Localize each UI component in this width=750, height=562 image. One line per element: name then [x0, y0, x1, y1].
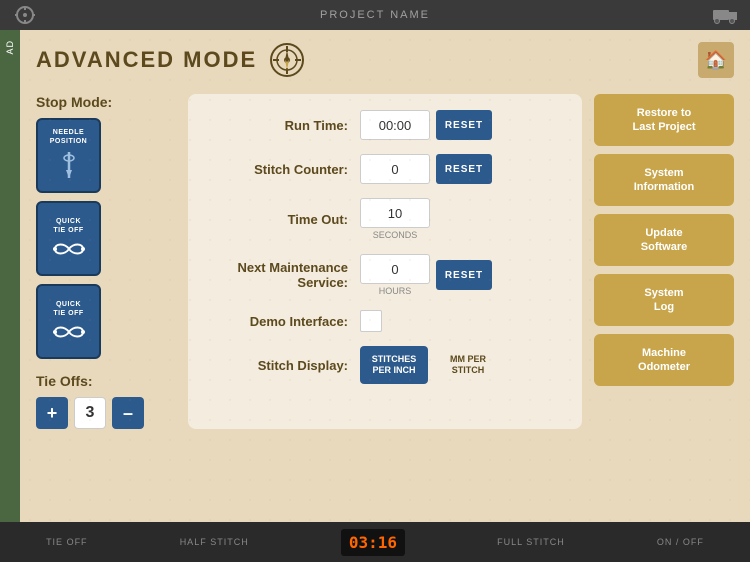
system-information-button[interactable]: System Information: [594, 154, 734, 206]
content-row: Stop Mode: NEEDLEPOSITION QUICKTIE OFF: [36, 94, 734, 429]
project-name: PROJECT NAME: [320, 9, 430, 21]
quick-tie-off-2-label: QUICKTIE OFF: [53, 301, 83, 318]
decrement-button[interactable]: –: [112, 397, 144, 429]
stitch-counter-label: Stitch Counter:: [208, 162, 348, 177]
increment-button[interactable]: +: [36, 397, 68, 429]
menu-icon[interactable]: [10, 3, 40, 28]
time-out-row: Time Out: SECONDS: [208, 198, 562, 240]
run-time-row: Run Time: RESET: [208, 110, 562, 140]
left-strip: AD: [0, 30, 20, 522]
bottom-bar: TIE OFF HALF STITCH 03:16 FULL STITCH ON…: [0, 522, 750, 562]
demo-interface-checkbox[interactable]: [360, 310, 382, 332]
tie-offs-count: 3: [74, 397, 106, 429]
run-time-label: Run Time:: [208, 118, 348, 133]
truck-icon[interactable]: [710, 3, 740, 28]
maintenance-row: Next Maintenance Service: HOURS RESET: [208, 254, 562, 296]
demo-interface-row: Demo Interface:: [208, 310, 562, 332]
maintenance-label: Next Maintenance Service:: [208, 260, 348, 290]
panel-header: ADVANCED MODE 🏠: [36, 42, 734, 78]
needle-icon: [55, 150, 83, 182]
demo-interface-label: Demo Interface:: [208, 314, 348, 329]
home-button[interactable]: 🏠: [698, 42, 734, 78]
stitches-per-inch-option[interactable]: STITCHESPER INCH: [360, 346, 428, 384]
left-column: Stop Mode: NEEDLEPOSITION QUICKTIE OFF: [36, 94, 176, 429]
knot-icon-2: [51, 322, 87, 342]
compass-icon: [269, 42, 305, 78]
maintenance-wrap: HOURS: [360, 254, 430, 296]
page-title: ADVANCED MODE: [36, 47, 257, 73]
tie-offs-controls: + 3 –: [36, 397, 176, 429]
time-out-label: Time Out:: [208, 212, 348, 227]
center-column: Run Time: RESET Stitch Counter: RESET Ti…: [188, 94, 582, 429]
needle-position-label: NEEDLEPOSITION: [50, 129, 87, 146]
maintenance-input[interactable]: [360, 254, 430, 284]
bottom-on-off[interactable]: ON / OFF: [657, 537, 704, 547]
run-time-input[interactable]: [360, 110, 430, 140]
tie-offs-section: Tie Offs: + 3 –: [36, 373, 176, 429]
needle-position-button[interactable]: NEEDLEPOSITION: [36, 118, 101, 193]
mm-per-stitch-option[interactable]: MM PERSTITCH: [434, 346, 502, 384]
knot-icon-1: [51, 239, 87, 259]
stitch-counter-row: Stitch Counter: RESET: [208, 154, 562, 184]
stitch-counter-reset-button[interactable]: RESET: [436, 154, 492, 184]
system-log-button[interactable]: System Log: [594, 274, 734, 326]
quick-tie-off-button-1[interactable]: QUICKTIE OFF: [36, 201, 101, 276]
right-column: Restore to Last Project System Informati…: [594, 94, 734, 429]
bottom-full-stitch[interactable]: FULL STITCH: [497, 537, 565, 547]
stitch-counter-input[interactable]: [360, 154, 430, 184]
bottom-tie-off[interactable]: TIE OFF: [46, 537, 88, 547]
stop-mode-label: Stop Mode:: [36, 94, 176, 110]
stitch-display-row: Stitch Display: STITCHESPER INCH MM PERS…: [208, 346, 562, 384]
main-panel: ADVANCED MODE 🏠 Stop Mode: NEED: [20, 30, 750, 522]
top-bar: PROJECT NAME: [0, 0, 750, 30]
tie-offs-label: Tie Offs:: [36, 373, 176, 389]
time-out-wrap: SECONDS: [360, 198, 430, 240]
quick-tie-off-1-label: QUICKTIE OFF: [53, 218, 83, 235]
main-content: AD ADVANCED MODE 🏠 Stop Mode:: [0, 30, 750, 522]
stitch-display-label: Stitch Display:: [208, 358, 348, 373]
machine-odometer-button[interactable]: Machine Odometer: [594, 334, 734, 386]
update-software-button[interactable]: Update Software: [594, 214, 734, 266]
bottom-half-stitch[interactable]: HALF STITCH: [180, 537, 249, 547]
time-out-input[interactable]: [360, 198, 430, 228]
time-out-sublabel: SECONDS: [373, 230, 418, 240]
run-time-reset-button[interactable]: RESET: [436, 110, 492, 140]
maintenance-sublabel: HOURS: [379, 286, 412, 296]
clock-display: 03:16: [341, 529, 405, 556]
left-strip-text: AD: [5, 40, 15, 55]
restore-last-project-button[interactable]: Restore to Last Project: [594, 94, 734, 146]
quick-tie-off-button-2[interactable]: QUICKTIE OFF: [36, 284, 101, 359]
maintenance-reset-button[interactable]: RESET: [436, 260, 492, 290]
